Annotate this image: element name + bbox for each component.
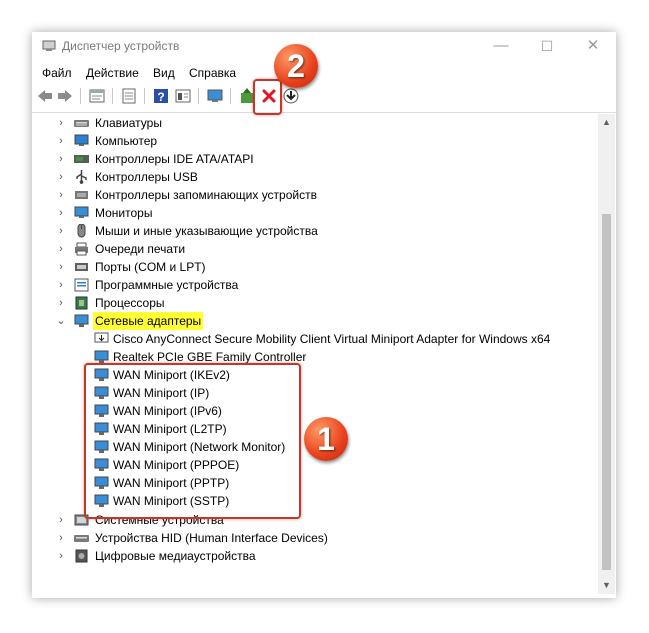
computer-icon [74, 134, 89, 146]
tree-category-label: Контроллеры запоминающих устройств [95, 188, 317, 202]
properties-icon[interactable] [88, 87, 106, 105]
scrollbar-thumb[interactable] [602, 214, 611, 570]
back-arrow-icon[interactable] [36, 87, 54, 105]
chevron-right-icon[interactable]: › [56, 529, 66, 547]
forward-arrow-icon[interactable] [56, 87, 74, 105]
chevron-right-icon[interactable]: › [56, 168, 66, 186]
menu-file[interactable]: Файл [42, 66, 72, 80]
monitor-icon[interactable] [206, 87, 224, 105]
toolbar-separator [112, 88, 113, 104]
toolbar-separator [230, 88, 231, 104]
menu-bar: Файл Действие Вид Справка [32, 64, 616, 84]
tree-category-label: Цифровые медиаустройства [95, 549, 256, 563]
tree-category-label: Порты (COM и LPT) [95, 260, 206, 274]
hid-icon [74, 535, 89, 542]
download-driver-icon[interactable] [282, 87, 300, 105]
tree-top-border [32, 112, 616, 113]
keyboard-icon [74, 120, 89, 127]
chevron-right-icon[interactable]: › [56, 186, 66, 204]
toolbar-separator [198, 88, 199, 104]
tree-category-label: Контроллеры USB [95, 170, 198, 184]
chevron-right-icon[interactable]: › [56, 240, 66, 258]
device-label: Cisco AnyConnect Secure Mobility Client … [113, 332, 551, 346]
window-title: Диспетчер устройств [62, 39, 180, 53]
device-manager-icon [42, 40, 56, 51]
network-adapter-icon [74, 314, 89, 327]
tree-category-label: Компьютер [95, 134, 158, 148]
chevron-right-icon[interactable]: › [56, 276, 66, 294]
scroll-down-arrow-icon[interactable]: ▼ [598, 577, 615, 594]
chevron-right-icon[interactable]: › [56, 547, 66, 565]
monitor-icon [74, 206, 89, 218]
annotation-box-wan-miniports [84, 363, 301, 519]
toolbar-separator [144, 88, 145, 104]
title-bar: Диспетчер устройств — ☐ ✕ [32, 32, 616, 60]
chevron-right-icon[interactable]: › [56, 511, 66, 529]
toolbar-separator [80, 88, 81, 104]
virtual-adapter-icon [94, 332, 109, 343]
processor-icon [75, 296, 88, 310]
svg-text:?: ? [157, 90, 164, 104]
tree-category-label: Мониторы [95, 206, 153, 220]
device-tree: › Клавиатуры › Компьютер › Контроллеры I… [32, 114, 598, 594]
minimize-button[interactable]: — [478, 32, 524, 60]
chevron-right-icon[interactable]: › [56, 150, 66, 168]
chevron-right-icon[interactable]: › [56, 222, 66, 240]
tree-category-label: Очереди печати [95, 242, 186, 256]
close-button[interactable]: ✕ [570, 32, 616, 60]
menu-action[interactable]: Действие [86, 66, 139, 80]
usb-icon [76, 170, 87, 184]
chevron-right-icon[interactable]: › [56, 294, 66, 312]
vertical-scrollbar[interactable]: ▲ ▼ [598, 114, 615, 594]
mouse-icon [77, 224, 86, 238]
toolbar: ? [32, 84, 616, 108]
tree-category-label: Контроллеры IDE ATA/ATAPI [95, 152, 254, 166]
menu-help[interactable]: Справка [189, 66, 236, 80]
tree-category-label: Клавиатуры [95, 116, 162, 130]
list-icon[interactable] [120, 87, 138, 105]
annotation-box-uninstall [253, 79, 282, 115]
chevron-down-icon[interactable]: ⌄ [56, 312, 66, 330]
chevron-right-icon[interactable]: › [56, 258, 66, 276]
tree-category-label: Процессоры [95, 296, 165, 310]
maximize-button[interactable]: ☐ [524, 32, 570, 60]
scroll-up-arrow-icon[interactable]: ▲ [598, 114, 615, 131]
printer-icon [75, 242, 88, 256]
port-icon [75, 263, 88, 271]
ide-controller-icon [74, 155, 89, 163]
tree-category-label: Устройства HID (Human Interface Devices) [95, 531, 328, 545]
annotation-badge-1: 1 [304, 417, 348, 461]
media-device-icon [75, 549, 88, 563]
menu-view[interactable]: Вид [153, 66, 175, 80]
tree-category-label-highlighted: Сетевые адаптеры [93, 312, 204, 330]
view-icon[interactable] [174, 87, 192, 105]
chevron-right-icon[interactable]: › [56, 114, 66, 132]
tree-category-label: Мыши и иные указывающие устройства [95, 224, 318, 238]
chevron-right-icon[interactable]: › [56, 204, 66, 222]
software-device-icon [74, 278, 89, 292]
tree-category-label: Программные устройства [95, 278, 239, 292]
storage-controller-icon [75, 191, 88, 199]
annotation-badge-2: 2 [274, 44, 318, 88]
help-icon[interactable]: ? [152, 87, 170, 105]
chevron-right-icon[interactable]: › [56, 132, 66, 150]
network-adapter-icon [94, 350, 109, 363]
